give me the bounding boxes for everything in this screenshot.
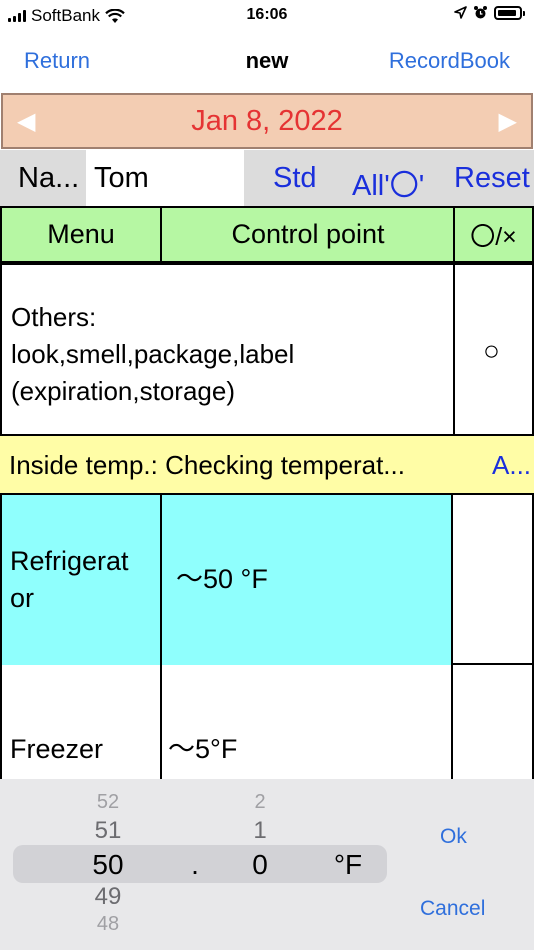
alarm-icon [474, 6, 487, 19]
cell-divider [160, 495, 162, 665]
section-more-link[interactable]: A... [492, 450, 531, 481]
table-header: Menu Control point 〇/× [0, 206, 534, 263]
status-bar: SoftBank 16:06 [0, 0, 534, 32]
reset-button[interactable]: Reset [454, 162, 530, 195]
std-button[interactable]: Std [273, 162, 317, 195]
location-icon [454, 6, 467, 19]
picker-int-option[interactable]: 48 [88, 913, 128, 936]
picker-int-selected[interactable]: 50 [86, 849, 130, 881]
others-line: Others: [11, 302, 97, 332]
date-bar: ◀ Jan 8, 2022 ▶ [1, 93, 533, 149]
picker-int-option[interactable]: 51 [88, 817, 128, 845]
table-row[interactable]: Refrigerat or ～50 °F [0, 493, 534, 665]
refrigerator-control-point: ～50 °F [176, 564, 268, 594]
header-control-point: Control point [231, 219, 385, 249]
picker-int-option[interactable]: 52 [88, 791, 128, 814]
temperature-picker[interactable]: 52 51 50 49 48 . 2 1 0 °F Ok Cancel [0, 779, 534, 950]
others-line: (expiration,storage) [11, 376, 235, 406]
picker-dec-option[interactable]: 1 [240, 817, 280, 845]
section-title: Inside temp.: Checking temperat... [9, 450, 405, 480]
header-menu: Menu [47, 219, 115, 249]
table-row[interactable]: Freezer ～5°F [0, 665, 534, 785]
others-line: look,smell,package,label [11, 339, 295, 369]
freezer-menu: Freezer [10, 734, 104, 764]
header-mark: 〇/× [470, 222, 517, 251]
recordbook-button[interactable]: RecordBook [389, 48, 510, 74]
cancel-button[interactable]: Cancel [420, 897, 485, 921]
menu-line: or [10, 583, 35, 613]
name-field[interactable]: Tom [86, 150, 244, 206]
picker-unit: °F [333, 849, 363, 880]
battery-icon [494, 5, 525, 20]
cell-divider [453, 265, 455, 436]
name-row: Na... Tom Std All'〇' Reset [0, 150, 534, 206]
navigation-bar: Return new RecordBook [0, 38, 534, 84]
cell-divider [451, 665, 453, 785]
others-description: Others: look,smell,package,label (expira… [11, 299, 294, 410]
picker-dec-option[interactable]: 2 [240, 791, 280, 814]
next-date-icon[interactable]: ▶ [499, 107, 517, 136]
status-icons [454, 5, 525, 20]
ok-button[interactable]: Ok [440, 825, 467, 849]
freezer-control-point: ～5°F [168, 734, 238, 764]
refrigerator-menu: Refrigerat or [10, 543, 129, 617]
cell-divider [160, 665, 162, 785]
section-header: Inside temp.: Checking temperat... A... [0, 436, 534, 493]
cell-divider [451, 495, 453, 665]
picker-separator: . [191, 849, 199, 880]
name-label: Na... [18, 162, 80, 194]
check-mark[interactable]: ○ [483, 335, 500, 367]
picker-int-option[interactable]: 49 [88, 883, 128, 911]
date-label[interactable]: Jan 8, 2022 [3, 105, 531, 138]
table-row[interactable]: Others: look,smell,package,label (expira… [0, 263, 534, 436]
all-circle-button[interactable]: All'〇' [352, 162, 424, 204]
menu-line: Refrigerat [10, 546, 129, 576]
name-value: Tom [94, 162, 149, 194]
picker-dec-selected[interactable]: 0 [240, 849, 280, 881]
